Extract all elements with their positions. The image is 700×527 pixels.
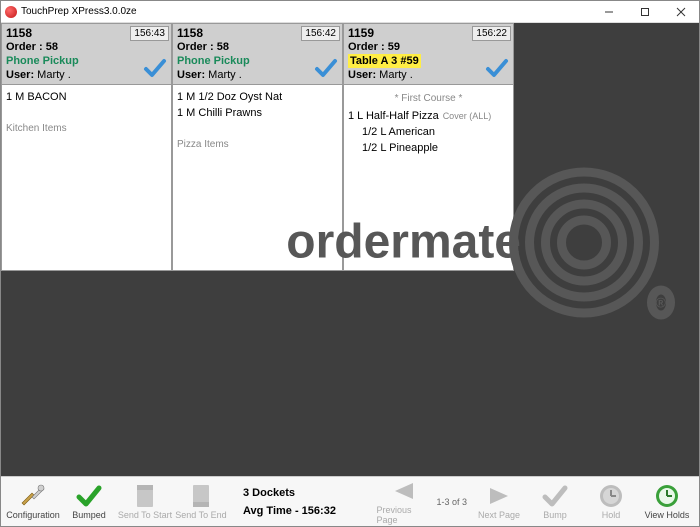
ticket-timer: 156:43 bbox=[130, 26, 169, 41]
clock-grey-icon bbox=[598, 483, 624, 509]
ticket-sub-item: 1/2 L American bbox=[348, 124, 509, 140]
arrow-right-icon bbox=[486, 483, 512, 509]
check-grey-icon bbox=[542, 483, 568, 509]
bump-button[interactable]: Bump bbox=[527, 479, 583, 525]
bottom-toolbar: Configuration Bumped Send To Start Send … bbox=[1, 476, 699, 526]
ticket-sub-item: 1/2 L Pineapple bbox=[348, 140, 509, 156]
docket-ticket[interactable]: 1159Order : 59Table A 3 #59User: Marty .… bbox=[343, 23, 514, 271]
ticket-order: Order : 58 bbox=[177, 40, 338, 54]
avg-time: Avg Time - 156:32 bbox=[243, 505, 336, 517]
wrench-icon bbox=[20, 483, 46, 509]
send-to-end-button[interactable]: Send To End bbox=[173, 479, 229, 525]
ticket-item: 1 L Half-Half PizzaCover (ALL) bbox=[348, 108, 509, 124]
ticket-location: Phone Pickup bbox=[177, 55, 250, 67]
ticket-body: * First Course * 1 L Half-Half PizzaCover… bbox=[344, 85, 513, 270]
window-title: TouchPrep XPress3.0.0ze bbox=[21, 6, 591, 17]
title-bar: TouchPrep XPress3.0.0ze bbox=[1, 1, 699, 23]
docket-count: 3 Dockets bbox=[243, 487, 336, 499]
previous-page-button[interactable]: Previous Page bbox=[376, 479, 432, 525]
ticket-header: 1159Order : 59Table A 3 #59User: Marty .… bbox=[344, 24, 513, 85]
minimize-icon bbox=[604, 7, 614, 17]
next-page-button[interactable]: Next Page bbox=[471, 479, 527, 525]
close-icon bbox=[676, 7, 686, 17]
ticket-item: 1 M Chilli Prawns bbox=[177, 105, 338, 121]
bumped-button[interactable]: Bumped bbox=[61, 479, 117, 525]
clock-green-icon bbox=[654, 483, 680, 509]
ticket-check-button[interactable] bbox=[143, 56, 167, 80]
view-holds-button[interactable]: View Holds bbox=[639, 479, 695, 525]
ticket-item: 1 M BACON bbox=[6, 89, 167, 105]
check-green-icon bbox=[76, 483, 102, 509]
page-indicator: 1-3 of 3 bbox=[432, 497, 471, 507]
close-button[interactable] bbox=[663, 1, 699, 23]
course-label: * First Course * bbox=[348, 93, 509, 104]
send-to-start-button[interactable]: Send To Start bbox=[117, 479, 173, 525]
arrow-left-icon bbox=[391, 479, 417, 504]
ticket-check-button[interactable] bbox=[314, 56, 338, 80]
ticket-footer: Kitchen Items bbox=[6, 123, 167, 134]
maximize-icon bbox=[640, 7, 650, 17]
minimize-button[interactable] bbox=[591, 1, 627, 23]
ticket-order: Order : 59 bbox=[348, 40, 509, 54]
status-panel: 3 Dockets Avg Time - 156:32 bbox=[229, 487, 350, 517]
ticket-timer: 156:42 bbox=[301, 26, 340, 41]
doc-start-icon bbox=[132, 483, 158, 509]
ticket-location: Phone Pickup bbox=[6, 55, 79, 67]
docket-ticket[interactable]: 1158Order : 58Phone PickupUser: Marty .1… bbox=[1, 23, 172, 271]
docket-ticket[interactable]: 1158Order : 58Phone PickupUser: Marty .1… bbox=[172, 23, 343, 271]
ticket-check-button[interactable] bbox=[485, 56, 509, 80]
configuration-button[interactable]: Configuration bbox=[5, 479, 61, 525]
ticket-header: 1158Order : 58Phone PickupUser: Marty .1… bbox=[173, 24, 342, 85]
ticket-timer: 156:22 bbox=[472, 26, 511, 41]
maximize-button[interactable] bbox=[627, 1, 663, 23]
ticket-body: 1 M BACON Kitchen Items bbox=[2, 85, 171, 270]
hold-button[interactable]: Hold bbox=[583, 479, 639, 525]
ticket-location: Table A 3 #59 bbox=[348, 54, 421, 68]
ticket-order: Order : 58 bbox=[6, 40, 167, 54]
app-icon bbox=[5, 6, 17, 18]
docket-stage: ordermate ® 1158Order : 58Phone PickupUs… bbox=[1, 23, 699, 476]
ticket-footer: Pizza Items bbox=[177, 139, 338, 150]
doc-end-icon bbox=[188, 483, 214, 509]
ticket-body: 1 M 1/2 Doz Oyst Nat1 M Chilli Prawns Piz… bbox=[173, 85, 342, 270]
ticket-item: 1 M 1/2 Doz Oyst Nat bbox=[177, 89, 338, 105]
ticket-header: 1158Order : 58Phone PickupUser: Marty .1… bbox=[2, 24, 171, 85]
